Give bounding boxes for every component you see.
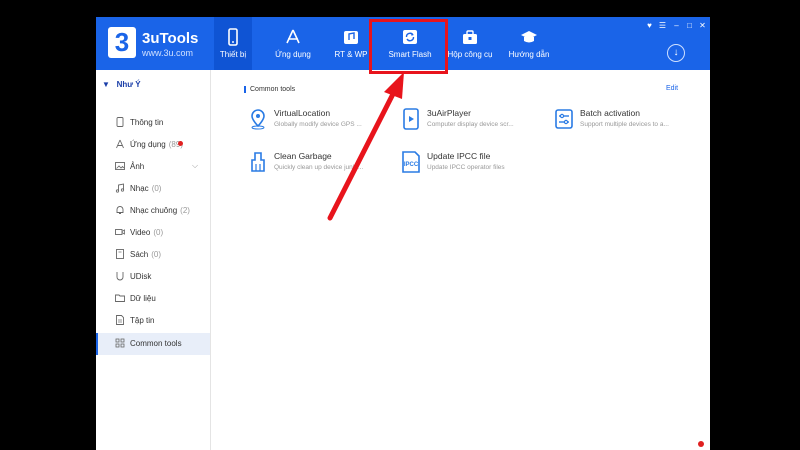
annotation-arrow	[327, 72, 404, 221]
status-indicator	[698, 441, 704, 447]
